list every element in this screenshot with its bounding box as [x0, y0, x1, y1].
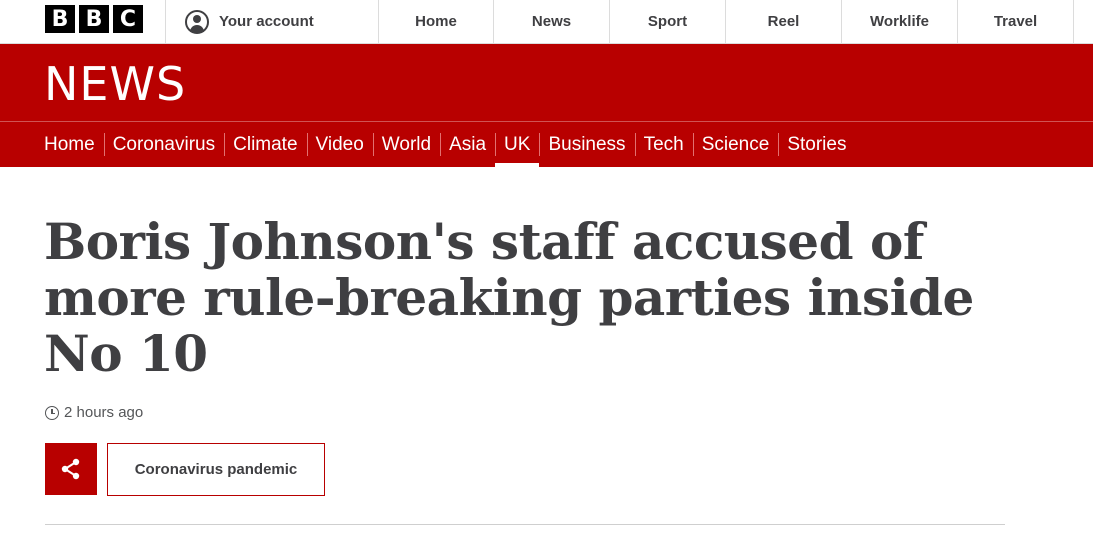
- news-nav-science[interactable]: Science: [692, 122, 779, 167]
- header-divider: [165, 0, 166, 44]
- global-nav-worklife[interactable]: Worklife: [842, 0, 958, 43]
- clock-icon: [45, 405, 59, 420]
- user-account-icon: [185, 9, 209, 34]
- news-nav-stories[interactable]: Stories: [778, 122, 855, 167]
- news-nav-world[interactable]: World: [372, 122, 440, 167]
- global-header: B B C Your account Home News Sport Reel …: [0, 0, 1093, 44]
- bbc-logo-letter-c: C: [113, 5, 143, 33]
- bbc-logo[interactable]: B B C: [45, 5, 143, 33]
- global-nav-news[interactable]: News: [494, 0, 610, 43]
- global-nav: Home News Sport Reel Worklife Travel: [378, 0, 1074, 43]
- news-nav-uk[interactable]: UK: [495, 122, 540, 168]
- divider: [45, 524, 1005, 525]
- share-button[interactable]: [45, 443, 97, 495]
- bbc-logo-letter-b1: B: [45, 5, 75, 33]
- share-icon: [61, 458, 80, 480]
- news-nav-climate[interactable]: Climate: [224, 122, 306, 167]
- news-nav-coronavirus[interactable]: Coronavirus: [103, 122, 224, 167]
- bbc-logo-letter-b2: B: [79, 5, 109, 33]
- global-nav-home[interactable]: Home: [378, 0, 494, 43]
- topic-tag-coronavirus-pandemic[interactable]: Coronavirus pandemic: [107, 443, 325, 496]
- news-nav-home[interactable]: Home: [44, 122, 104, 167]
- news-nav-tech[interactable]: Tech: [634, 122, 693, 167]
- news-nav-video[interactable]: Video: [306, 122, 373, 167]
- article-timestamp: 2 hours ago: [45, 404, 143, 421]
- global-nav-reel[interactable]: Reel: [726, 0, 842, 43]
- timestamp-text: 2 hours ago: [64, 404, 144, 421]
- global-nav-sport[interactable]: Sport: [610, 0, 726, 43]
- article-headline: Boris Johnson's staff accused of more ru…: [44, 212, 974, 383]
- news-nav-business[interactable]: Business: [539, 122, 634, 167]
- news-section-title[interactable]: NEWS: [44, 60, 186, 108]
- news-nav: Home Coronavirus Climate Video World Asi…: [0, 121, 1093, 168]
- your-account-link[interactable]: Your account: [185, 0, 314, 43]
- your-account-label: Your account: [219, 13, 314, 30]
- global-nav-travel[interactable]: Travel: [958, 0, 1074, 43]
- news-nav-asia[interactable]: Asia: [440, 122, 495, 167]
- news-banner: NEWS: [0, 44, 1093, 121]
